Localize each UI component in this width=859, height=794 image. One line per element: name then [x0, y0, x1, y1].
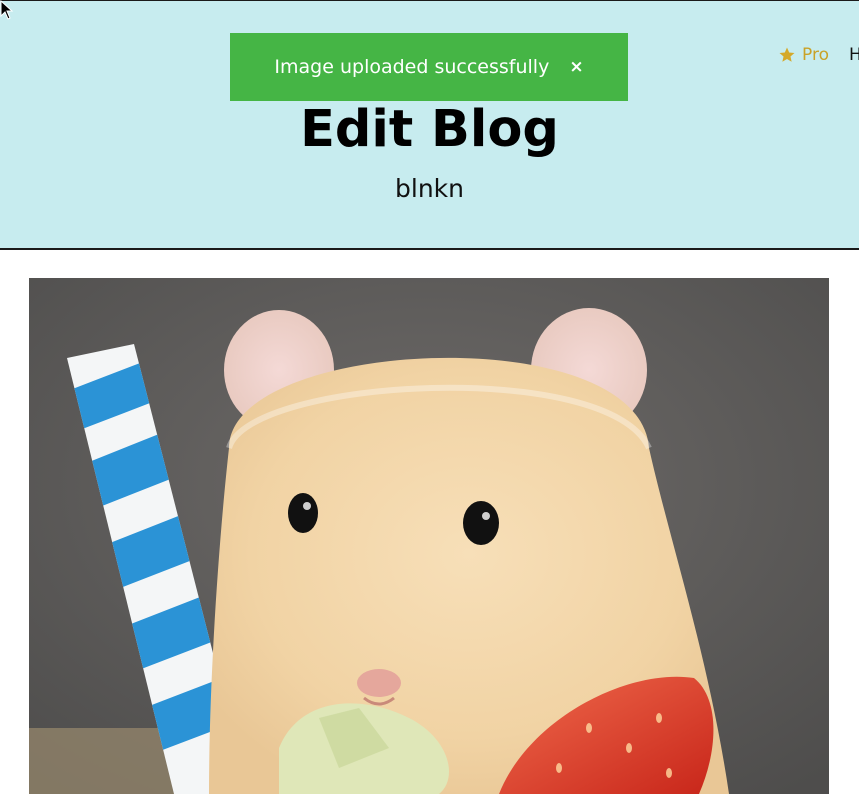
blog-cover-image — [29, 278, 829, 794]
nav-next-link[interactable]: H — [849, 45, 859, 65]
hamster-photo — [29, 278, 829, 794]
mouse-cursor-icon — [0, 0, 14, 20]
nav-pro-link[interactable]: Pro — [778, 45, 829, 65]
toast-message: Image uploaded successfully — [274, 56, 550, 78]
nav-pro-label: Pro — [802, 45, 829, 65]
blog-name: blnkn — [395, 174, 464, 203]
page-title: Edit Blog — [300, 100, 559, 159]
top-nav: Pro H — [778, 45, 859, 65]
page-header: Image uploaded successfully × Pro H Edit… — [0, 0, 859, 250]
star-icon — [779, 47, 795, 62]
toast-close-button[interactable]: × — [569, 58, 583, 76]
edit-blog-page: Image uploaded successfully × Pro H Edit… — [0, 0, 859, 794]
success-toast: Image uploaded successfully × — [230, 33, 628, 101]
